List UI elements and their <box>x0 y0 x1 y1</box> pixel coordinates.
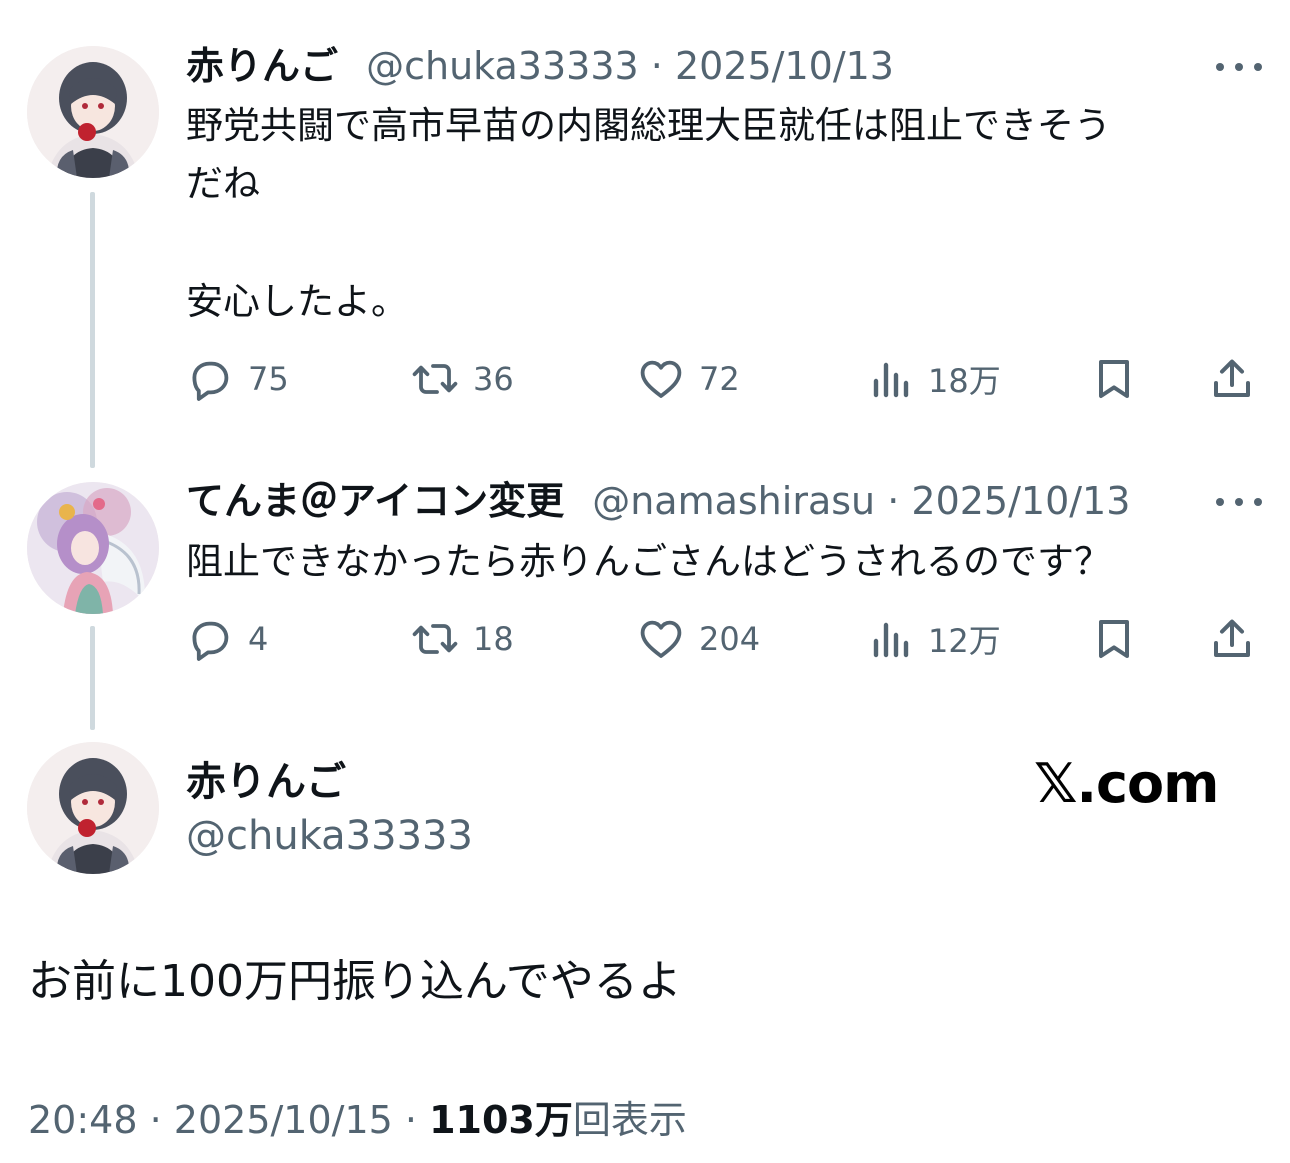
tweet-text: 阻止できなかったら赤りんごさんはどうされるのです？ <box>186 540 1111 583</box>
more-icon[interactable] <box>1214 492 1264 512</box>
like-button[interactable]: 72 <box>637 354 740 404</box>
tweet-date[interactable]: 2025/10/15 <box>174 1098 393 1142</box>
reply-icon <box>192 621 229 661</box>
tweet-header: てんま＠アイコン変更 @namashirasu · 2025/10/13 <box>186 477 1130 525</box>
tweet-meta: 20:48 · 2025/10/15 · 1103万回表示 <box>28 1094 687 1146</box>
tweet-date[interactable]: 2025/10/13 <box>911 479 1130 523</box>
display-name[interactable]: てんま＠アイコン変更 <box>186 479 564 523</box>
avatar[interactable] <box>27 742 159 874</box>
user-handle[interactable]: @namashirasu <box>592 479 875 523</box>
share-icon <box>1214 619 1250 657</box>
share-button[interactable] <box>1208 614 1256 664</box>
views-count: 18万 <box>928 362 1001 400</box>
bookmark-button[interactable] <box>1090 354 1138 404</box>
reply-count: 4 <box>248 620 269 658</box>
display-name[interactable]: 赤りんご <box>186 44 338 88</box>
retweet-button[interactable]: 36 <box>411 354 514 404</box>
retweet-count: 18 <box>473 620 514 658</box>
share-icon <box>1214 359 1250 397</box>
views-button[interactable]: 12万 <box>866 614 1001 664</box>
like-icon <box>640 620 682 658</box>
tweet-text-line: 野党共闘で高市早苗の内閣総理大臣就任は阻止できそう <box>186 104 1111 147</box>
like-count: 204 <box>699 620 761 658</box>
main-tweet-text: お前に100万円振り込んでやるよ <box>28 956 682 1007</box>
views-label: 回表示 <box>572 1098 687 1142</box>
views-icon <box>873 622 909 658</box>
thread-line-2 <box>90 626 95 730</box>
tweet-header: 赤りんご @chuka33333 · 2025/10/13 <box>186 42 894 90</box>
separator: · <box>404 1098 418 1142</box>
user-handle[interactable]: @chuka33333 <box>366 44 639 88</box>
views-icon <box>873 362 909 398</box>
reply-count: 75 <box>248 360 289 398</box>
retweet-count: 36 <box>473 360 514 398</box>
share-button[interactable] <box>1208 354 1256 404</box>
views-button[interactable]: 18万 <box>866 354 1001 404</box>
like-button[interactable]: 204 <box>637 614 760 664</box>
bookmark-icon <box>1099 620 1129 658</box>
tweet-time[interactable]: 20:48 <box>28 1098 138 1142</box>
avatar[interactable] <box>27 46 159 178</box>
views-count: 12万 <box>928 622 1001 660</box>
user-handle[interactable]: @chuka33333 <box>186 810 473 862</box>
retweet-button[interactable]: 18 <box>411 614 514 664</box>
like-icon <box>640 360 682 398</box>
x-com-watermark: 𝕏.com <box>1034 752 1219 815</box>
bookmark-icon <box>1099 360 1129 398</box>
more-icon[interactable] <box>1214 57 1264 77</box>
like-count: 72 <box>699 360 740 398</box>
tweet-date[interactable]: 2025/10/13 <box>675 44 894 88</box>
views-count[interactable]: 1103万 <box>429 1098 573 1142</box>
display-name[interactable]: 赤りんご <box>186 756 346 808</box>
bookmark-button[interactable] <box>1090 614 1138 664</box>
thread-line-1 <box>90 192 95 468</box>
separator: · <box>149 1098 162 1142</box>
avatar[interactable] <box>27 482 159 614</box>
tweet-text-line: だね <box>186 162 260 205</box>
reply-button[interactable]: 75 <box>186 354 289 404</box>
separator: · <box>887 479 900 523</box>
reply-button[interactable]: 4 <box>186 614 268 664</box>
tweet-text-line: 安心したよ。 <box>186 280 408 323</box>
retweet-icon <box>412 624 458 654</box>
retweet-icon <box>412 364 458 394</box>
separator: · <box>650 44 663 88</box>
reply-icon <box>192 361 229 401</box>
